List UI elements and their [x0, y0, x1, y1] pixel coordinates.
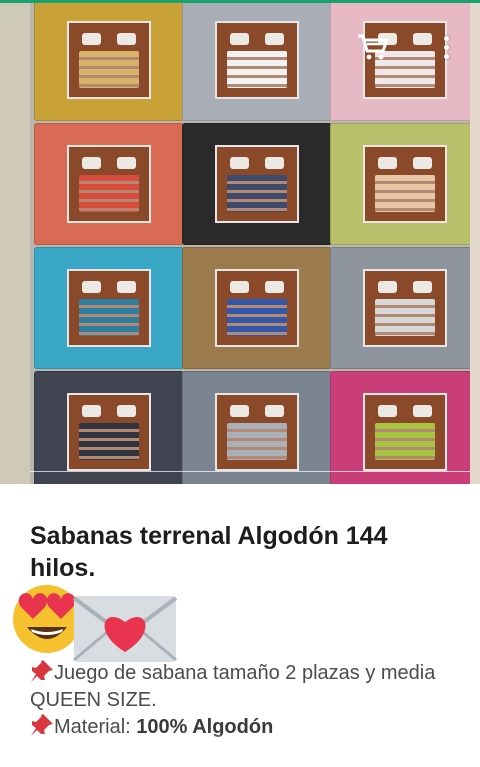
pillow [377, 157, 397, 170]
pillow [413, 281, 433, 294]
pillow [117, 405, 137, 418]
gallery-prev-peek[interactable] [0, 3, 30, 484]
bed-illustration [78, 423, 140, 461]
pillow [229, 405, 249, 418]
product-title: Sabanas terrenal Algodón 144 hilos. [30, 522, 388, 582]
pkg-grey-lattice [34, 371, 184, 484]
pkg-pink-green [330, 371, 470, 484]
gallery-next-peek[interactable] [470, 3, 480, 484]
product-description: Juego de sabana tamaño 2 plazas y media … [30, 660, 450, 741]
pillow [229, 157, 249, 170]
package-window [215, 144, 299, 224]
bed-illustration [374, 423, 436, 461]
product-photo[interactable] [30, 3, 470, 484]
bed-illustration [374, 175, 436, 213]
description-line: Juego de sabana tamaño 2 plazas y media … [30, 660, 436, 711]
pillow [229, 33, 249, 46]
pillow [117, 157, 137, 170]
bed-illustration [226, 423, 288, 461]
pillow [265, 281, 285, 294]
bed-illustration [226, 299, 288, 337]
pillow [81, 405, 101, 418]
package-window [215, 392, 299, 472]
pillow [117, 33, 137, 46]
pkg-black-white [182, 123, 332, 245]
pillow [265, 157, 285, 170]
gallery-pager-line [30, 471, 470, 472]
image-gallery[interactable] [0, 3, 480, 484]
bed-illustration [226, 175, 288, 213]
bottom-scroll-fade [0, 733, 480, 767]
pillow [81, 281, 101, 294]
package-window [67, 268, 151, 348]
cart-icon [358, 34, 389, 60]
bed-illustration [78, 299, 140, 337]
pkg-grey-stripes [182, 3, 332, 121]
package-window [67, 144, 151, 224]
package-window [67, 392, 151, 472]
pushpin-icon [31, 660, 53, 682]
pkg-stripe-circles [182, 371, 332, 484]
package-window [67, 20, 151, 100]
bed-illustration [226, 51, 288, 89]
cart-button[interactable] [356, 33, 390, 61]
package-window [363, 268, 447, 348]
pkg-teal-geo [34, 247, 184, 369]
more-options-button[interactable] [438, 33, 456, 63]
pkg-mustard-leaves [34, 3, 184, 121]
pillow [81, 157, 101, 170]
pillow [413, 33, 433, 46]
package-window [215, 20, 299, 100]
pillow [377, 281, 397, 294]
package-window [363, 144, 447, 224]
bed-illustration [78, 175, 140, 213]
bed-illustration [78, 51, 140, 89]
pillow [81, 33, 101, 46]
package-window [215, 268, 299, 348]
pkg-orange-stripes [34, 123, 184, 245]
pillow [229, 281, 249, 294]
pillow [377, 405, 397, 418]
bed-illustration [374, 299, 436, 337]
pkg-grey-plaid [330, 247, 470, 369]
pillow [117, 281, 137, 294]
more-vert-icon [444, 36, 449, 41]
pillow [265, 405, 285, 418]
pillow [265, 33, 285, 46]
pillow [413, 405, 433, 418]
pillow [413, 157, 433, 170]
pkg-green-floral [330, 123, 470, 245]
package-window [363, 392, 447, 472]
love-letter-emoji-icon [72, 596, 178, 662]
pkg-wood-blue [182, 247, 332, 369]
